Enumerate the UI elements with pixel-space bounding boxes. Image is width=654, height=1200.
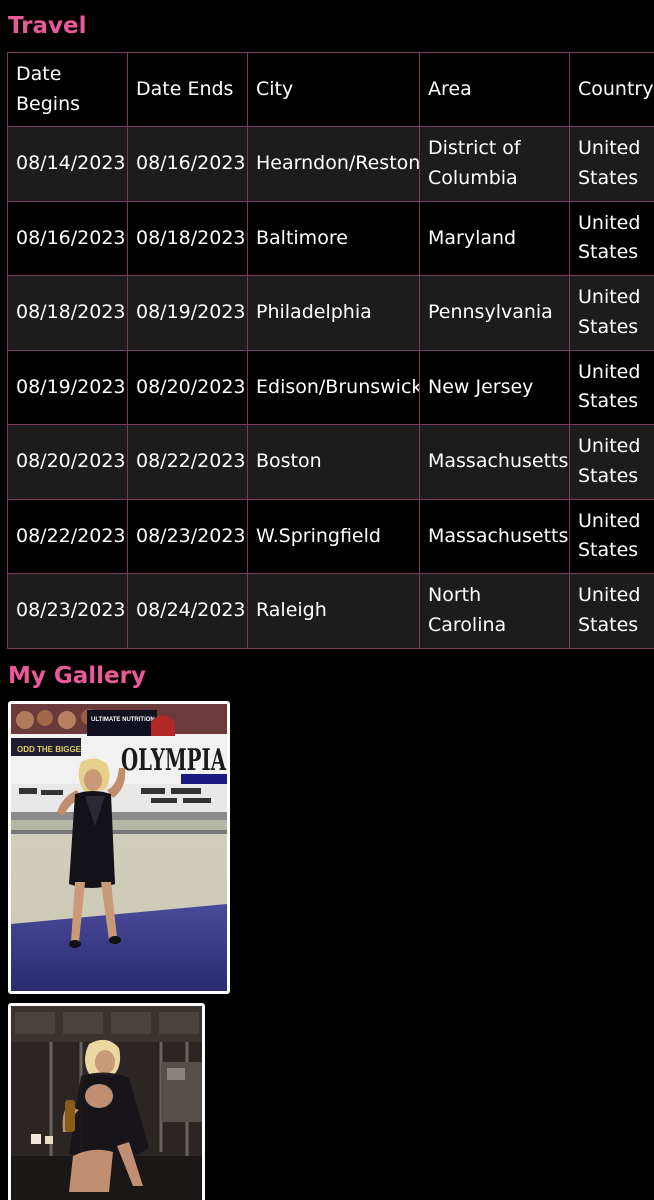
cell-area: North Carolina (419, 573, 570, 649)
cell-date-ends: 08/16/2023 (127, 126, 248, 202)
gallery-photo-olympia-image: ODD THE BIGGE ULTIMATE NUTRITION OLYMPIA (11, 704, 227, 991)
cell-date-begins: 08/22/2023 (7, 498, 128, 574)
banner-brand: ULTIMATE NUTRITION (91, 717, 155, 723)
table-row: 08/16/2023 08/18/2023 Baltimore Maryland… (7, 200, 654, 276)
table-row: 08/23/2023 08/24/2023 Raleigh North Caro… (7, 573, 654, 649)
gallery-photo-dungeon[interactable] (8, 1003, 205, 1200)
cell-area: Massachusetts (419, 498, 570, 574)
cell-city: Hearndon/Reston (247, 126, 420, 202)
cell-country: United States (569, 424, 654, 500)
cell-country: United States (569, 349, 654, 425)
column-header-city: City (247, 52, 420, 127)
cell-date-begins: 08/16/2023 (7, 200, 128, 276)
cell-city: Edison/Brunswick (247, 349, 420, 425)
travel-table: Date Begins Date Ends City Area Country … (7, 52, 654, 649)
gallery-photo-dungeon-image (11, 1006, 202, 1200)
cell-area: District of Columbia (419, 126, 570, 202)
table-row: 08/22/2023 08/23/2023 W.Springfield Mass… (7, 498, 654, 574)
cell-date-begins: 08/19/2023 (7, 349, 128, 425)
cell-city: Baltimore (247, 200, 420, 276)
banner-olympia: OLYMPIA (121, 743, 226, 778)
travel-table-header: Date Begins Date Ends City Area Country (7, 52, 654, 127)
cell-date-begins: 08/14/2023 (7, 126, 128, 202)
cell-city: W.Springfield (247, 498, 420, 574)
cell-city: Raleigh (247, 573, 420, 649)
cell-date-ends: 08/18/2023 (127, 200, 248, 276)
cell-area: Pennsylvania (419, 275, 570, 351)
gallery-title: My Gallery (8, 663, 146, 689)
cell-date-begins: 08/18/2023 (7, 275, 128, 351)
column-header-date-ends: Date Ends (127, 52, 248, 127)
cell-city: Philadelphia (247, 275, 420, 351)
gallery-photo-olympia[interactable]: ODD THE BIGGE ULTIMATE NUTRITION OLYMPIA (8, 701, 230, 994)
cell-date-ends: 08/19/2023 (127, 275, 248, 351)
cell-city: Boston (247, 424, 420, 500)
cell-country: United States (569, 275, 654, 351)
travel-title: Travel (8, 13, 87, 39)
table-row: 08/14/2023 08/16/2023 Hearndon/Reston Di… (7, 126, 654, 202)
cell-country: United States (569, 498, 654, 574)
cell-date-ends: 08/20/2023 (127, 349, 248, 425)
svg-text:ODD THE BIGGE: ODD THE BIGGE (17, 745, 82, 754)
page: Travel Date Begins Date Ends City Area C… (0, 0, 654, 1200)
cell-area: Massachusetts (419, 424, 570, 500)
table-row: 08/19/2023 08/20/2023 Edison/Brunswick N… (7, 349, 654, 425)
cell-date-begins: 08/20/2023 (7, 424, 128, 500)
cell-date-ends: 08/23/2023 (127, 498, 248, 574)
cell-area: Maryland (419, 200, 570, 276)
column-header-country: Country (569, 52, 654, 127)
cell-area: New Jersey (419, 349, 570, 425)
cell-country: United States (569, 573, 654, 649)
cell-date-ends: 08/24/2023 (127, 573, 248, 649)
table-row: 08/20/2023 08/22/2023 Boston Massachuset… (7, 424, 654, 500)
column-header-area: Area (419, 52, 570, 127)
cell-date-ends: 08/22/2023 (127, 424, 248, 500)
column-header-date-begins: Date Begins (7, 52, 128, 127)
table-row: 08/18/2023 08/19/2023 Philadelphia Penns… (7, 275, 654, 351)
cell-country: United States (569, 126, 654, 202)
cell-date-begins: 08/23/2023 (7, 573, 128, 649)
cell-country: United States (569, 200, 654, 276)
